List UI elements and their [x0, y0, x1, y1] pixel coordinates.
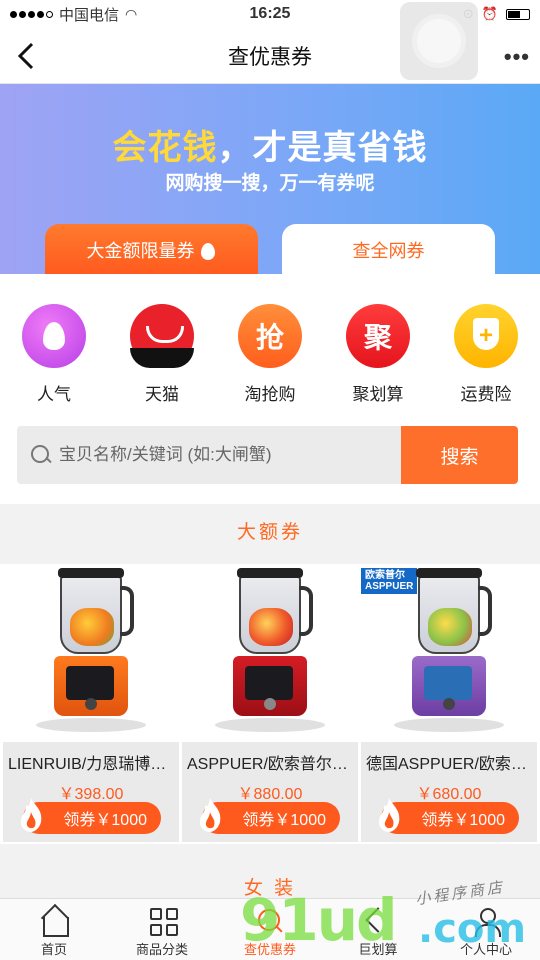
brand-logo-en: ASPPUER — [365, 581, 414, 592]
banner-subtitle: 网购搜一搜，万一有券呢 — [165, 173, 375, 194]
category-popular[interactable]: 人气 — [0, 304, 108, 405]
product-card[interactable]: ASPPUER/欧索普尔… ￥880.00 领券￥1000 — [182, 564, 358, 842]
search-input[interactable] — [59, 445, 379, 465]
product-name: ASPPUER/欧索普尔… — [187, 756, 348, 773]
product-card[interactable]: 欧索普尔 ASPPUER 德国ASPPUER/欧索… ￥680.00 领券￥10… — [361, 564, 537, 842]
search-coupon-icon — [255, 907, 285, 937]
product-card[interactable]: LIENRUIB/力恩瑞博… ￥398.00 领券￥1000 — [3, 564, 179, 842]
flame-icon — [378, 798, 400, 832]
user-icon — [471, 907, 501, 937]
tab-label: 商品分类 — [135, 942, 188, 957]
more-button[interactable]: ••• — [504, 44, 530, 70]
search-bar — [17, 426, 401, 484]
get-coupon-button[interactable]: 领券￥1000 — [199, 798, 340, 834]
product-image — [182, 564, 358, 740]
coupon-label: 领券￥1000 — [421, 812, 505, 829]
tab-label: 巨划算 — [358, 942, 398, 957]
tab-all-coupons[interactable]: 查全网券 — [282, 224, 495, 274]
get-coupon-button[interactable]: 领券￥1000 — [378, 798, 519, 834]
tab-categories[interactable]: 商品分类 — [108, 899, 216, 960]
category-label: 天猫 — [145, 385, 179, 404]
tab-home[interactable]: 首页 — [0, 899, 108, 960]
blender-jar — [237, 568, 313, 654]
ju-icon: 聚 — [346, 304, 410, 368]
search-button[interactable]: 搜索 — [401, 426, 518, 484]
category-shipping-insurance[interactable]: + 运费险 — [432, 304, 540, 405]
product-list: LIENRUIB/力恩瑞博… ￥398.00 领券￥1000 ASPPUER/欧… — [0, 564, 540, 844]
product-info: 德国ASPPUER/欧索… ￥680.00 领券￥1000 — [361, 742, 537, 842]
blender-jar — [58, 568, 134, 654]
flame-icon — [199, 798, 221, 832]
tab-label: 查优惠券 — [243, 942, 296, 957]
search-icon — [31, 445, 51, 465]
blender-base — [54, 656, 128, 716]
blender-base — [412, 656, 486, 716]
banner-slogan-highlight: 会花钱 — [112, 129, 218, 167]
product-name: LIENRUIB/力恩瑞博… — [8, 756, 167, 773]
nav-bar: 查优惠券 ••• — [0, 2, 540, 84]
coupon-label: 领券￥1000 — [242, 812, 326, 829]
tab-all-coupons-label: 查全网券 — [352, 241, 425, 261]
category-flash-sale[interactable]: 抢 淘抢购 — [216, 304, 324, 405]
shield-glyph: + — [478, 322, 493, 349]
get-coupon-button[interactable]: 领券￥1000 — [20, 798, 161, 834]
hot-flame-icon — [199, 239, 217, 261]
deal-icon — [363, 907, 393, 937]
product-image: 欧索普尔 ASPPUER — [361, 564, 537, 740]
grab-icon: 抢 — [238, 304, 302, 368]
category-label: 运费险 — [460, 385, 512, 404]
ju-glyph: 聚 — [363, 322, 392, 353]
banner-slogan-rest: ，才是真省钱 — [217, 129, 428, 167]
coupon-label: 领券￥1000 — [63, 812, 147, 829]
product-info: ASPPUER/欧索普尔… ￥880.00 领券￥1000 — [182, 742, 358, 842]
product-name: 德国ASPPUER/欧索… — [366, 756, 527, 773]
category-label: 聚划算 — [352, 385, 404, 404]
product-info: LIENRUIB/力恩瑞博… ￥398.00 领券￥1000 — [3, 742, 179, 842]
promo-banner: 会花钱，才是真省钱 网购搜一搜，万一有券呢 大金额限量券 查全网券 — [0, 84, 540, 274]
tab-big-coupon[interactable]: 大金额限量券 — [45, 224, 258, 274]
category-juhuasuan[interactable]: 聚 聚划算 — [324, 304, 432, 405]
blender-base — [233, 656, 307, 716]
banner-slogan: 会花钱，才是真省钱 — [0, 120, 540, 169]
category-grid-icon — [147, 907, 178, 937]
tab-label: 个人中心 — [459, 942, 512, 957]
category-label: 人气 — [37, 385, 71, 404]
section-title-female: 女 装 — [0, 860, 540, 900]
miniprogram-capsule-overlay — [400, 2, 478, 80]
tab-deals[interactable]: 巨划算 — [324, 899, 432, 960]
battery-icon — [506, 8, 530, 20]
flame-icon — [20, 798, 42, 832]
tab-big-coupon-label: 大金额限量券 — [86, 241, 195, 261]
tab-profile[interactable]: 个人中心 — [432, 899, 540, 960]
shield-plus-icon: + — [454, 304, 518, 368]
brand-logo-cn: 欧索普尔 — [365, 570, 405, 581]
blender-jar — [416, 568, 492, 654]
category-tmall[interactable]: 天猫 — [108, 304, 216, 405]
category-label: 淘抢购 — [244, 385, 296, 404]
tmall-icon — [130, 304, 194, 368]
bottom-tab-bar: 首页 商品分类 查优惠券 巨划算 个人中心 — [0, 898, 540, 960]
product-image — [3, 564, 179, 740]
home-icon — [39, 907, 69, 937]
brand-logo: 欧索普尔 ASPPUER — [361, 568, 418, 594]
tab-label: 首页 — [40, 942, 67, 957]
section-title-big-coupon: 大额券 — [0, 504, 540, 562]
grab-glyph: 抢 — [255, 322, 284, 353]
flame-icon — [22, 304, 86, 368]
tab-search-coupon[interactable]: 查优惠券 — [216, 899, 324, 960]
category-panel: 人气 天猫 抢 淘抢购 聚 聚划算 + 运费险 搜索 — [0, 274, 540, 504]
